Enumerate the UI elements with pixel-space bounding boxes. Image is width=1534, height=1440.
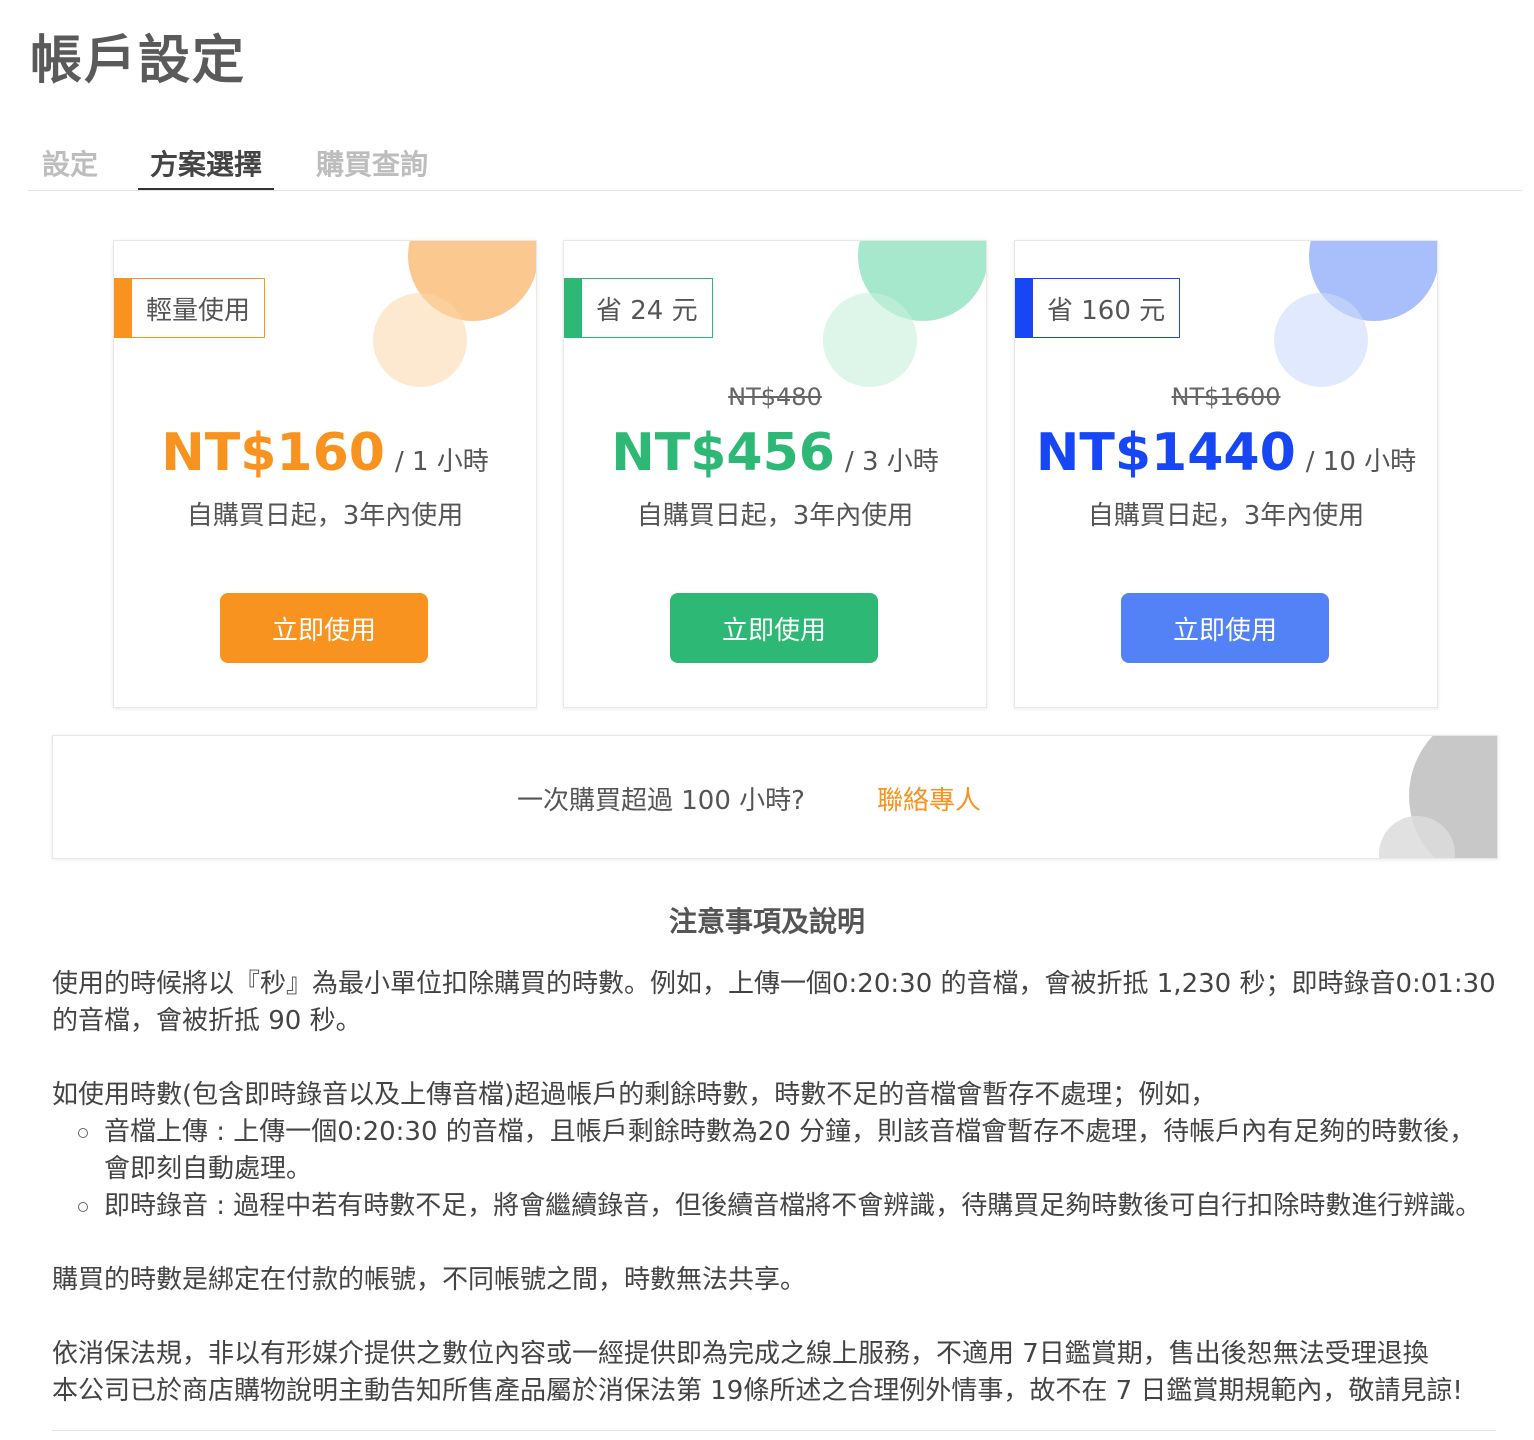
note-paragraph: 購買的時數是綁定在付款的帳號，不同帳號之間，時數無法共享。 [52, 1265, 807, 1295]
plan-unit: / 3 小時 [844, 447, 939, 477]
use-now-button[interactable]: 立即使用 [220, 593, 428, 663]
plan-unit: / 10 小時 [1305, 447, 1417, 477]
page-title: 帳戶設定 [30, 31, 247, 91]
price-row: NT$456 / 3 小時 [564, 423, 986, 483]
original-price: NT$480 [728, 383, 822, 411]
plan-validity: 自購買日起，3年內使用 [186, 501, 464, 531]
plan-price: NT$160 [161, 423, 385, 483]
tab-purchase-history[interactable]: 購買查詢 [316, 140, 428, 189]
plan-badge-label: 省 24 元 [596, 295, 698, 326]
bulk-purchase-prompt: 一次購買超過 100 小時? [517, 786, 805, 816]
use-now-button[interactable]: 立即使用 [1121, 593, 1329, 663]
plan-badge-label: 輕量使用 [146, 295, 251, 326]
note-list: 音檔上傳 : 上傳一個0:20:30 的音檔，且帳戶剩餘時數為20 分鐘，則該音… [52, 1114, 1496, 1225]
decor-circle [373, 293, 467, 387]
plan-price: NT$1440 [1035, 423, 1296, 483]
tab-settings[interactable]: 設定 [42, 140, 98, 189]
plan-card-1h: 輕量使用 NT$160 / 1 小時 自購買日起，3年內使用 立即使用 [113, 240, 537, 708]
badge-strip [1015, 278, 1033, 338]
plan-unit: / 1 小時 [394, 447, 489, 477]
tab-plan-selection[interactable]: 方案選擇 [138, 140, 275, 190]
price-row: NT$1440 / 10 小時 [1015, 423, 1437, 483]
note-paragraph: 使用的時候將以『秒』為最小單位扣除購買的時數。例如，上傳一個0:20:30 的音… [52, 969, 1496, 1036]
plan-badge-label: 省 160 元 [1047, 295, 1166, 326]
plan-badge: 省 24 元 [564, 278, 713, 338]
plan-badge: 省 160 元 [1015, 278, 1181, 338]
list-item-text: 音檔上傳 : 上傳一個0:20:30 的音檔，且帳戶剩餘時數為20 分鐘，則該音… [104, 1117, 1476, 1184]
notes-heading: 注意事項及說明 [668, 905, 865, 938]
original-price: NT$1600 [1171, 383, 1281, 411]
note-paragraph: 依消保法規，非以有形媒介提供之數位內容或一經提供即為完成之線上服務，不適用 7日… [52, 1339, 1429, 1369]
list-item: 音檔上傳 : 上傳一個0:20:30 的音檔，且帳戶剩餘時數為20 分鐘，則該音… [52, 1114, 1496, 1188]
note-paragraph: 本公司已於商店購物說明主動告知所售產品屬於消保法第 19條所述之合理例外情事，故… [52, 1376, 1463, 1406]
list-item-text: 即時錄音 : 過程中若有時數不足，將會繼續錄音，但後續音檔將不會辨識，待購買足夠… [104, 1191, 1482, 1221]
price-row: NT$160 / 1 小時 [114, 423, 536, 483]
contact-banner: 一次購買超過 100 小時? 聯絡專人 [52, 735, 1498, 859]
plan-price: NT$456 [611, 423, 835, 483]
badge-strip [114, 278, 132, 338]
bullet-icon [78, 1128, 88, 1138]
decor-circle [1274, 293, 1368, 387]
divider [52, 1430, 1496, 1431]
badge-strip [564, 278, 582, 338]
plan-badge: 輕量使用 [114, 278, 266, 338]
use-now-button[interactable]: 立即使用 [670, 593, 878, 663]
list-item: 即時錄音 : 過程中若有時數不足，將會繼續錄音，但後續音檔將不會辨識，待購買足夠… [52, 1188, 1496, 1225]
tab-bar: 設定 方案選擇 購買查詢 [28, 140, 1522, 191]
contact-specialist-link[interactable]: 聯絡專人 [877, 780, 981, 817]
plan-validity: 自購買日起，3年內使用 [636, 501, 914, 531]
note-paragraph: 如使用時數(包含即時錄音以及上傳音檔)超過帳戶的剩餘時數，時數不足的音檔會暫存不… [52, 1080, 1217, 1110]
plan-card-3h: 省 24 元 NT$480 NT$456 / 3 小時 自購買日起，3年內使用 立… [563, 240, 987, 708]
bullet-icon [78, 1202, 88, 1212]
plan-validity: 自購買日起，3年內使用 [1087, 501, 1365, 531]
plan-card-10h: 省 160 元 NT$1600 NT$1440 / 10 小時 自購買日起，3年內… [1014, 240, 1438, 708]
decor-circle [823, 293, 917, 387]
notes-body: 使用的時候將以『秒』為最小單位扣除購買的時數。例如，上傳一個0:20:30 的音… [52, 966, 1496, 1410]
